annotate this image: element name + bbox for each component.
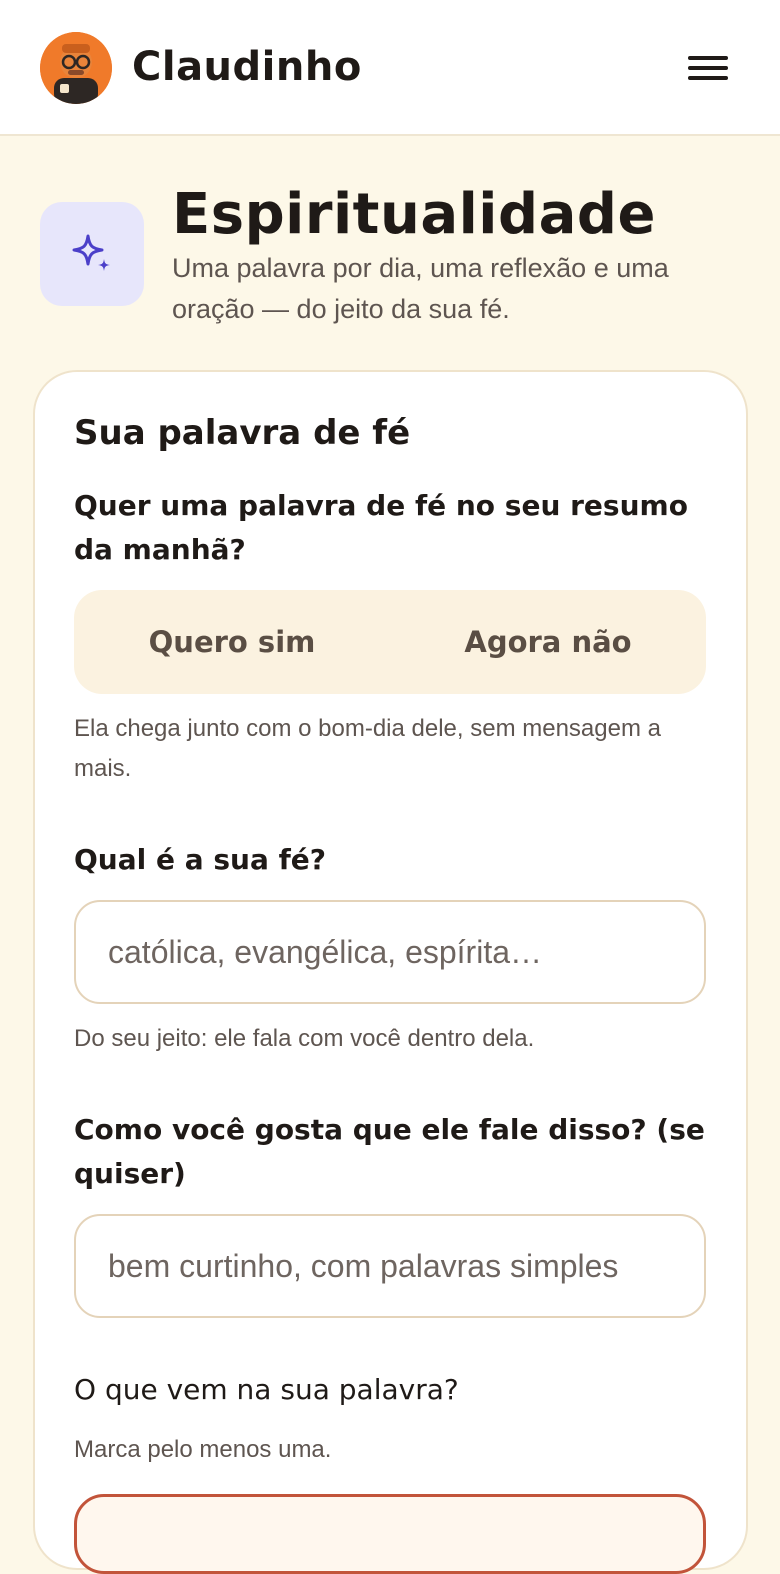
content-option-button[interactable] xyxy=(74,1494,706,1574)
top-bar: Claudinho xyxy=(0,0,780,136)
claudinho-avatar-icon[interactable] xyxy=(40,32,112,104)
sparkles-icon xyxy=(40,202,144,306)
brand-name: Claudinho xyxy=(132,44,362,90)
morning-question-label: Quer uma palavra de fé no seu resumo da … xyxy=(74,489,688,566)
card-title: Sua palavra de fé xyxy=(74,413,411,453)
faith-question-label: Qual é a sua fé? xyxy=(74,843,327,876)
option-yes-button[interactable]: Quero sim xyxy=(74,590,390,694)
hamburger-menu-icon[interactable] xyxy=(682,48,734,88)
page-subtitle: Uma palavra por dia, uma reflexão e uma … xyxy=(172,253,669,324)
faith-input[interactable] xyxy=(74,900,706,1004)
style-input[interactable] xyxy=(74,1214,706,1318)
morning-word-toggle: Quero sim Agora não xyxy=(74,590,706,694)
option-not-now-button[interactable]: Agora não xyxy=(390,590,706,694)
faith-question-hint: Do seu jeito: ele fala com você dentro d… xyxy=(74,1025,535,1052)
page-title: Espiritualidade xyxy=(172,182,656,247)
content-question-hint: Marca pelo menos uma. xyxy=(74,1436,332,1463)
morning-question-hint: Ela chega junto com o bom-dia dele, sem … xyxy=(74,715,661,782)
content-question-label: O que vem na sua palavra? xyxy=(74,1373,459,1406)
style-question-label: Como você gosta que ele fale disso? (se … xyxy=(74,1113,705,1190)
